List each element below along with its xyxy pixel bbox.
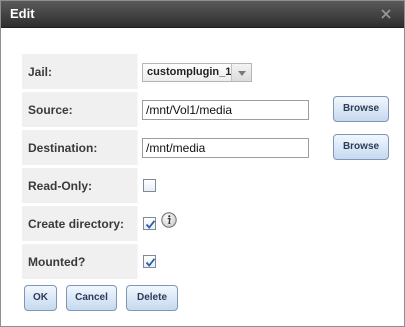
source-label-cell: Source: <box>22 92 138 127</box>
dialog-title: Edit <box>10 6 35 21</box>
create-directory-label-cell: Create directory: <box>22 206 138 241</box>
mounted-checkbox[interactable] <box>143 255 156 268</box>
ok-button[interactable]: OK <box>24 285 57 311</box>
mounted-row: Mounted? <box>22 244 392 279</box>
checkmark-icon <box>145 220 156 229</box>
edit-dialog: Edit Jail: customplugin_1 Source: Browse <box>0 0 405 327</box>
jail-row: Jail: customplugin_1 <box>22 54 392 89</box>
source-input[interactable] <box>142 100 309 120</box>
read-only-label: Read-Only: <box>28 179 93 193</box>
destination-label: Destination: <box>28 141 98 155</box>
read-only-label-cell: Read-Only: <box>22 168 138 203</box>
jail-field-cell: customplugin_1 <box>138 54 392 89</box>
mounted-label: Mounted? <box>28 255 86 269</box>
create-directory-checkbox[interactable] <box>143 217 156 230</box>
chevron-down-icon[interactable] <box>231 64 251 81</box>
read-only-row: Read-Only: <box>22 168 392 203</box>
source-label: Source: <box>28 103 73 117</box>
jail-label: Jail: <box>28 65 53 79</box>
jail-select[interactable]: customplugin_1 <box>142 63 252 82</box>
cancel-button[interactable]: Cancel <box>66 285 117 311</box>
checkmark-icon <box>145 258 156 267</box>
read-only-field-cell <box>138 168 392 203</box>
delete-button[interactable]: Delete <box>126 285 178 311</box>
mounted-label-cell: Mounted? <box>22 244 138 279</box>
read-only-checkbox[interactable] <box>143 179 156 192</box>
destination-label-cell: Destination: <box>22 130 138 165</box>
create-directory-label: Create directory: <box>28 217 125 231</box>
dialog-titlebar: Edit <box>1 1 404 28</box>
info-icon[interactable] <box>161 212 177 228</box>
close-icon[interactable] <box>380 7 392 19</box>
jail-select-value: customplugin_1 <box>147 66 232 78</box>
create-directory-row: Create directory: <box>22 206 392 241</box>
destination-browse-button[interactable]: Browse <box>333 134 389 160</box>
mounted-field-cell <box>138 244 392 279</box>
source-browse-button[interactable]: Browse <box>333 96 389 122</box>
destination-input[interactable] <box>142 138 309 158</box>
jail-label-cell: Jail: <box>22 54 138 89</box>
